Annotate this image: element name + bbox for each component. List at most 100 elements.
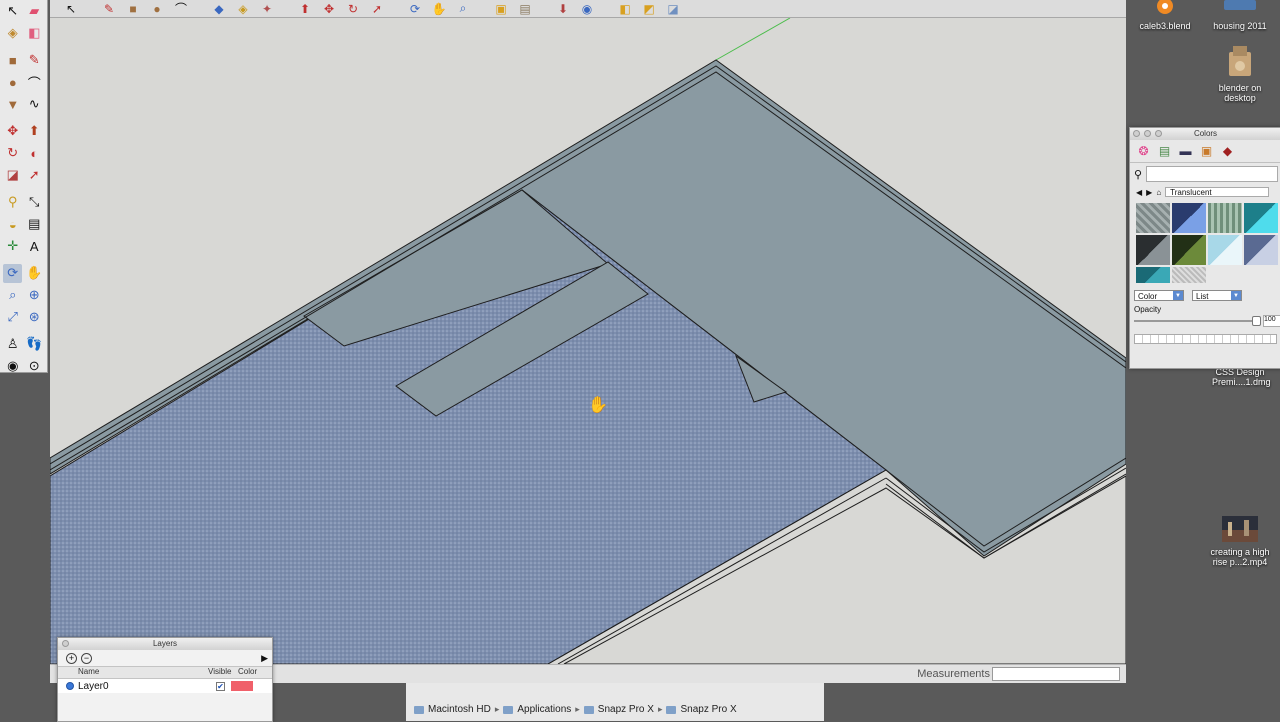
circle-icon[interactable]: ● [3, 73, 22, 92]
axes-icon[interactable]: ✛ [3, 237, 22, 256]
extension-icon[interactable]: ⬇ [554, 2, 572, 16]
pencil-icon[interactable]: ✎ [25, 51, 44, 70]
color-palettes-icon[interactable]: ▬ [1178, 144, 1193, 159]
protractor-icon[interactable]: ◒ [3, 215, 22, 234]
path-crumb-macintosh-hd[interactable]: Macintosh HD [428, 704, 491, 715]
component-browser-icon[interactable]: ◧ [616, 2, 634, 16]
move-icon[interactable]: ✥ [3, 122, 22, 141]
column-color[interactable]: Color [238, 667, 268, 678]
push-pull-icon[interactable]: ⬆ [296, 2, 314, 16]
position-camera-icon[interactable]: ♙ [3, 335, 22, 354]
details-arrow-icon[interactable]: ▶ [261, 653, 268, 664]
active-layer-radio[interactable] [66, 682, 74, 690]
push-pull-icon[interactable]: ⬆ [25, 122, 44, 141]
look-around-icon[interactable]: ◉ [3, 357, 22, 376]
drawing-canvas[interactable]: ✋ [50, 18, 1126, 664]
opacity-slider-track[interactable] [1134, 320, 1254, 322]
arc-icon[interactable]: ⌒ [25, 73, 44, 92]
home-icon[interactable]: ⌂ [1156, 188, 1161, 197]
rectangle-icon[interactable]: ■ [3, 51, 22, 70]
path-crumb-snapz-app[interactable]: Snapz Pro X [680, 704, 736, 715]
section-plane-icon[interactable]: ⊙ [25, 357, 44, 376]
paint-bucket-icon[interactable]: ◈ [234, 2, 252, 16]
dynamic-component-icon[interactable]: ◩ [640, 2, 658, 16]
follow-me-icon[interactable]: ◐ [25, 144, 44, 163]
list-mode-select[interactable]: List ▼ [1192, 289, 1242, 301]
desktop-item-housing-2011[interactable]: housing 2011 [1195, 0, 1280, 31]
add-layer-button[interactable]: + [66, 652, 77, 664]
zoom-icon[interactable]: ⌕ [454, 1, 472, 16]
material-swatch[interactable] [1136, 203, 1170, 233]
zoom-window-icon[interactable]: ⊕ [25, 286, 44, 305]
pan-icon[interactable]: ✋ [25, 264, 44, 283]
color-sliders-icon[interactable]: ▤ [1157, 144, 1172, 159]
opacity-value-field[interactable]: 100 [1263, 315, 1280, 327]
eraser-pink-icon[interactable]: ◧ [25, 24, 44, 43]
pan-icon[interactable]: ✋ [430, 2, 448, 16]
rectangle-icon[interactable]: ■ [124, 2, 142, 16]
minimize-button[interactable] [1144, 130, 1151, 137]
desktop-item-blender-on-desktop[interactable]: blender on desktop [1195, 44, 1280, 103]
orbit-icon[interactable]: ⟳ [406, 2, 424, 16]
desktop-item-css-design-dmg[interactable]: CSS Design Premi....1.dmg [1195, 367, 1280, 387]
pencil-icon[interactable]: ✎ [100, 2, 118, 16]
rotate-icon[interactable]: ↻ [3, 144, 22, 163]
circle-icon[interactable]: ● [148, 2, 166, 16]
close-button[interactable] [1133, 130, 1140, 137]
share-model-icon[interactable]: ▤ [516, 2, 534, 16]
select-arrow-icon[interactable]: ↖ [3, 2, 22, 21]
get-models-icon[interactable]: ▣ [492, 2, 510, 16]
material-swatch[interactable] [1244, 203, 1278, 233]
text-icon[interactable]: ▤ [25, 215, 44, 234]
color-swatch-strip[interactable] [1134, 334, 1277, 344]
move-icon[interactable]: ✥ [320, 2, 338, 16]
path-crumb-snapz-folder[interactable]: Snapz Pro X [598, 704, 654, 715]
library-select[interactable]: Translucent [1165, 187, 1270, 197]
search-input[interactable] [1146, 166, 1279, 182]
eraser-icon[interactable]: ▰ [25, 2, 44, 21]
material-swatch[interactable] [1136, 267, 1170, 283]
zoom-icon[interactable]: ⌕ [3, 286, 22, 305]
rotate-icon[interactable]: ↻ [344, 2, 362, 16]
column-visible[interactable]: Visible [208, 667, 238, 678]
offset-icon[interactable]: ➚ [25, 166, 44, 185]
polygon-icon[interactable]: ▼ [3, 95, 22, 114]
remove-layer-button[interactable]: − [81, 652, 92, 664]
zoom-extents-icon[interactable]: ⤢ [3, 308, 22, 327]
freehand-icon[interactable]: ∿ [25, 95, 44, 114]
walk-icon[interactable]: 👣 [25, 335, 44, 354]
scale-icon[interactable]: ◪ [3, 166, 22, 185]
material-swatch[interactable] [1172, 203, 1206, 233]
material-swatch[interactable] [1208, 235, 1242, 265]
material-swatch[interactable] [1172, 235, 1206, 265]
materials-icon[interactable]: ◆ [1220, 144, 1235, 159]
measurements-input[interactable] [992, 667, 1120, 681]
column-name[interactable]: Name [78, 667, 208, 678]
material-swatch[interactable] [1244, 235, 1278, 265]
dimension-icon[interactable]: ⤡ [25, 193, 44, 212]
path-crumb-applications[interactable]: Applications [517, 704, 571, 715]
visible-checkbox[interactable]: ✔ [216, 681, 225, 691]
color-mode-select[interactable]: Color ▼ [1134, 289, 1184, 301]
material-swatch[interactable] [1208, 203, 1242, 233]
select-arrow-icon[interactable]: ↖ [62, 2, 80, 16]
arc-icon[interactable]: ⌒ [172, 2, 190, 16]
material-swatch[interactable] [1136, 235, 1170, 265]
make-component-icon[interactable]: ◈ [3, 24, 22, 43]
layer-row[interactable]: Layer0 ✔ [58, 679, 272, 693]
layer-color-swatch[interactable] [231, 681, 253, 691]
image-palettes-icon[interactable]: ▣ [1199, 144, 1214, 159]
previous-view-icon[interactable]: ⊛ [25, 308, 44, 327]
material-swatch[interactable] [1172, 267, 1206, 283]
components-icon[interactable]: ◆ [210, 2, 228, 16]
color-wheel-icon[interactable]: ❂ [1136, 144, 1151, 159]
eraser-icon[interactable]: ✦ [258, 2, 276, 16]
warehouse-icon[interactable]: ◉ [578, 2, 596, 16]
style-icon[interactable]: ◪ [664, 2, 682, 16]
back-arrow-icon[interactable]: ◀ [1136, 188, 1142, 197]
orbit-icon[interactable]: ⟳ [3, 263, 23, 283]
follow-me-icon[interactable]: ➚ [368, 2, 386, 16]
forward-arrow-icon[interactable]: ▶ [1146, 188, 1152, 197]
opacity-slider-thumb[interactable] [1252, 316, 1261, 326]
3d-text-icon[interactable]: A [25, 237, 44, 256]
